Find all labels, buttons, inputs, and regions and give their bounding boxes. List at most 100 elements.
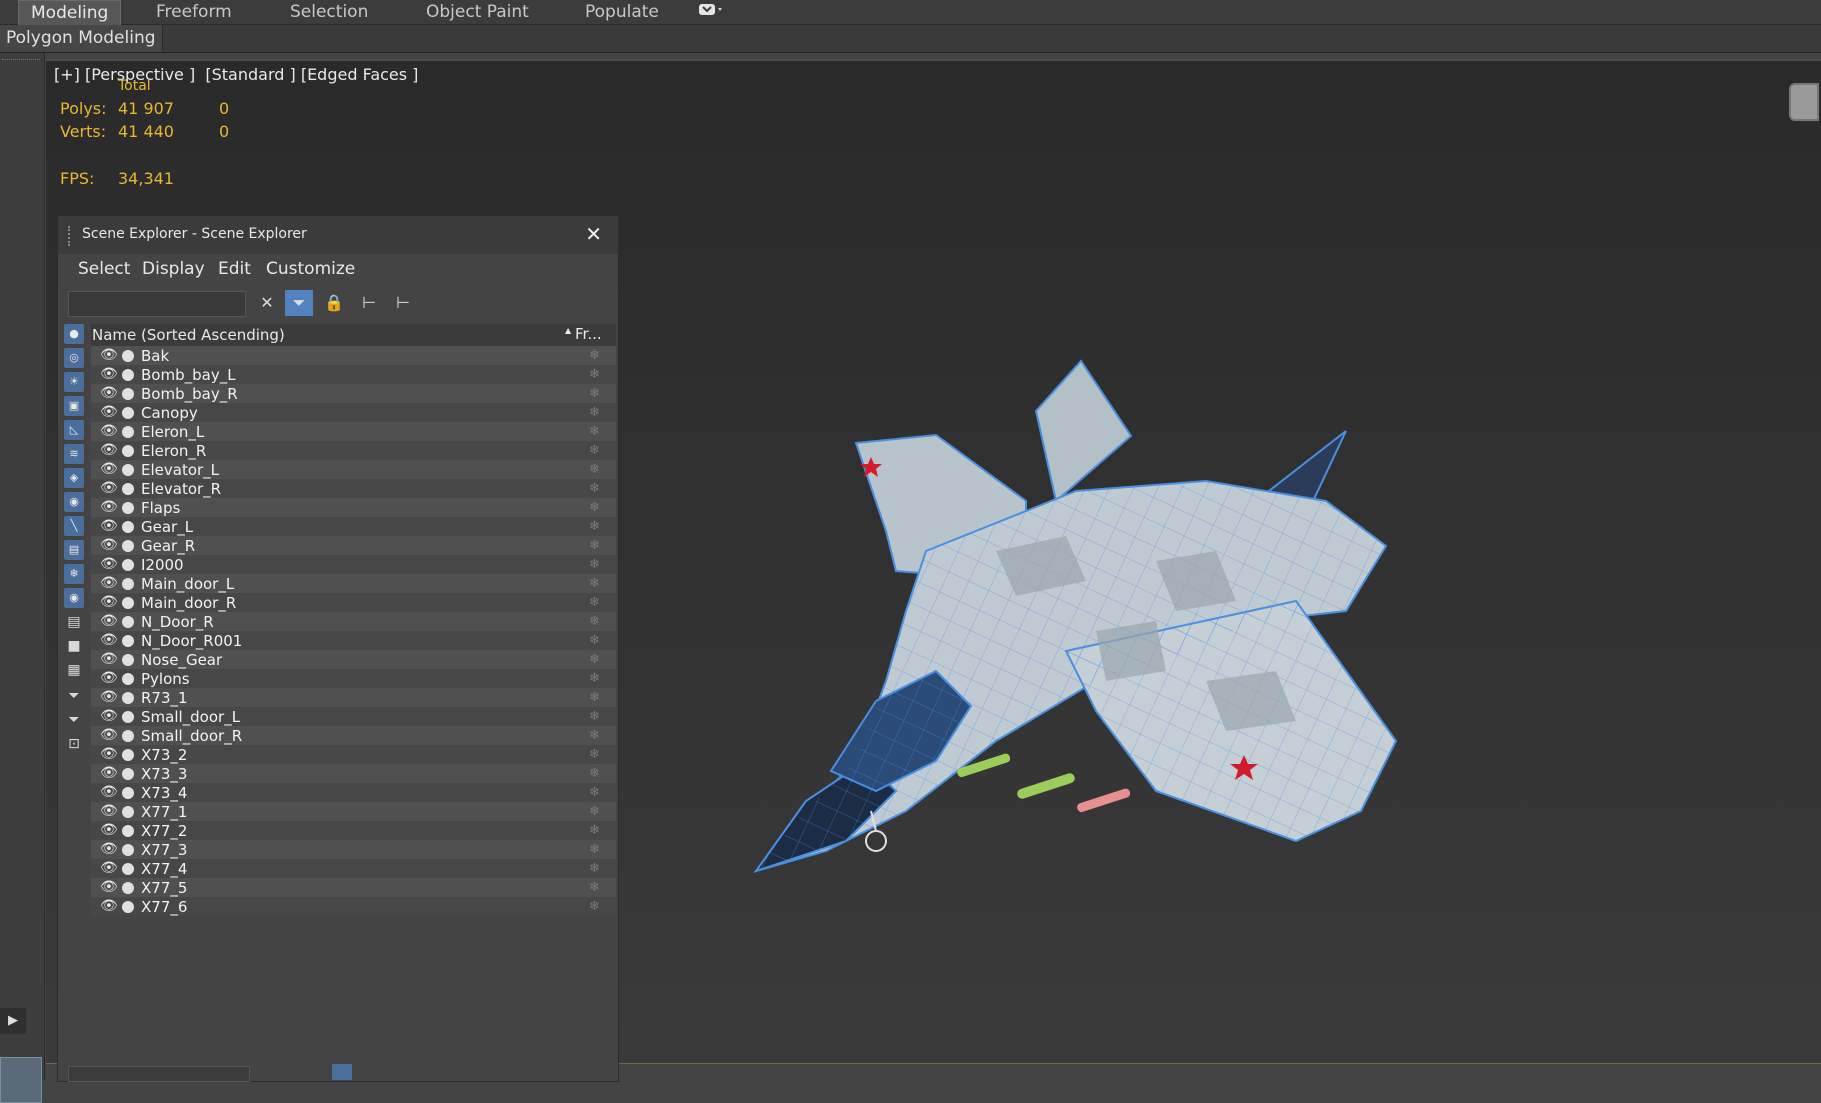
list-item[interactable]: 👁 Bak ❄ <box>91 346 616 365</box>
list-item[interactable]: 👁 N_Door_R ❄ <box>91 612 616 631</box>
freeze-snowflake-icon[interactable]: ❄ <box>589 519 600 534</box>
menu-display[interactable]: Display <box>142 259 205 279</box>
freeze-snowflake-icon[interactable]: ❄ <box>589 348 600 363</box>
visibility-eye-icon[interactable]: 👁 <box>100 404 118 420</box>
filter-shapes-icon[interactable]: ◎ <box>64 348 84 368</box>
filter-bones-icon[interactable]: ╲ <box>64 516 84 536</box>
list-item[interactable]: 👁 X73_3 ❄ <box>91 764 616 783</box>
filter-funnel-alt-icon[interactable]: ⏷ <box>64 710 84 730</box>
object-name[interactable]: Eleron_R <box>141 442 206 460</box>
visibility-eye-icon[interactable]: 👁 <box>100 537 118 553</box>
viewcube-icon[interactable] <box>1789 83 1819 121</box>
object-dot-icon[interactable] <box>122 407 134 419</box>
filter-spacewarps-icon[interactable]: ≋ <box>64 444 84 464</box>
object-dot-icon[interactable] <box>122 863 134 875</box>
scene-explorer-panel[interactable]: Scene Explorer - Scene Explorer ✕ Select… <box>57 215 619 1082</box>
freeze-snowflake-icon[interactable]: ❄ <box>589 652 600 667</box>
freeze-snowflake-icon[interactable]: ❄ <box>589 880 600 895</box>
object-name[interactable]: R73_1 <box>141 689 188 707</box>
object-dot-icon[interactable] <box>122 635 134 647</box>
object-name[interactable]: Flaps <box>141 499 180 517</box>
tab-freeform[interactable]: Freeform <box>144 0 244 24</box>
object-dot-icon[interactable] <box>122 369 134 381</box>
freeze-snowflake-icon[interactable]: ❄ <box>589 671 600 686</box>
visibility-eye-icon[interactable]: 👁 <box>100 518 118 534</box>
play-arrow-icon[interactable]: ▶ <box>0 1008 26 1034</box>
visibility-eye-icon[interactable]: 👁 <box>100 670 118 686</box>
panel-grip-icon[interactable] <box>68 226 74 246</box>
freeze-snowflake-icon[interactable]: ❄ <box>589 861 600 876</box>
object-name[interactable]: X77_6 <box>141 898 187 916</box>
object-dot-icon[interactable] <box>122 616 134 628</box>
list-item[interactable]: 👁 R73_1 ❄ <box>91 688 616 707</box>
list-item[interactable]: 👁 Eleron_R ❄ <box>91 441 616 460</box>
hierarchy-collapse-icon[interactable]: ⊢ <box>389 290 417 316</box>
filter-helpers-icon[interactable]: ◺ <box>64 420 84 440</box>
list-item[interactable]: 👁 Main_door_R ❄ <box>91 593 616 612</box>
visibility-eye-icon[interactable]: 👁 <box>100 803 118 819</box>
filter-containers-icon[interactable]: ▤ <box>64 540 84 560</box>
freeze-snowflake-icon[interactable]: ❄ <box>589 899 600 914</box>
visibility-eye-icon[interactable]: 👁 <box>100 347 118 363</box>
filter-frozen-icon[interactable]: ❄ <box>64 564 84 584</box>
object-name[interactable]: Small_door_R <box>141 727 242 745</box>
freeze-snowflake-icon[interactable]: ❄ <box>589 823 600 838</box>
list-item[interactable]: 👁 X77_3 ❄ <box>91 840 616 859</box>
object-dot-icon[interactable] <box>122 350 134 362</box>
freeze-snowflake-icon[interactable]: ❄ <box>589 633 600 648</box>
object-dot-icon[interactable] <box>122 768 134 780</box>
visibility-eye-icon[interactable]: 👁 <box>100 841 118 857</box>
freeze-snowflake-icon[interactable]: ❄ <box>589 709 600 724</box>
filter-toggle-icon[interactable]: ⏷ <box>285 290 313 316</box>
list-item[interactable]: 👁 Eleron_L ❄ <box>91 422 616 441</box>
object-dot-icon[interactable] <box>122 597 134 609</box>
column-header-freeze[interactable]: Fr... <box>575 325 602 343</box>
object-dot-icon[interactable] <box>122 806 134 818</box>
list-item[interactable]: 👁 Bomb_bay_R ❄ <box>91 384 616 403</box>
freeze-snowflake-icon[interactable]: ❄ <box>589 785 600 800</box>
filter-list-icon[interactable]: ▤ <box>64 612 84 632</box>
object-dot-icon[interactable] <box>122 844 134 856</box>
list-item[interactable]: 👁 X77_6 ❄ <box>91 897 616 916</box>
object-name[interactable]: Bomb_bay_L <box>141 366 236 384</box>
object-dot-icon[interactable] <box>122 426 134 438</box>
freeze-snowflake-icon[interactable]: ❄ <box>589 728 600 743</box>
column-header-name[interactable]: Name (Sorted Ascending) <box>92 326 285 344</box>
list-item[interactable]: 👁 Small_door_R ❄ <box>91 726 616 745</box>
freeze-snowflake-icon[interactable]: ❄ <box>589 766 600 781</box>
object-name[interactable]: X73_2 <box>141 746 187 764</box>
visibility-eye-icon[interactable]: 👁 <box>100 366 118 382</box>
freeze-snowflake-icon[interactable]: ❄ <box>589 747 600 762</box>
object-name[interactable]: X73_4 <box>141 784 187 802</box>
object-name[interactable]: Gear_R <box>141 537 195 555</box>
visibility-eye-icon[interactable]: 👁 <box>100 689 118 705</box>
visibility-eye-icon[interactable]: 👁 <box>100 746 118 762</box>
object-name[interactable]: X73_3 <box>141 765 187 783</box>
object-dot-icon[interactable] <box>122 692 134 704</box>
object-dot-icon[interactable] <box>122 502 134 514</box>
filter-funnel-icon[interactable]: ⏷ <box>64 686 84 706</box>
object-name[interactable]: Bak <box>141 347 169 365</box>
visibility-eye-icon[interactable]: 👁 <box>100 499 118 515</box>
filter-xrefs-icon[interactable]: ◉ <box>64 492 84 512</box>
object-dot-icon[interactable] <box>122 540 134 552</box>
freeze-snowflake-icon[interactable]: ❄ <box>589 842 600 857</box>
filter-geometry-icon[interactable]: ● <box>64 324 84 344</box>
object-name[interactable]: X77_5 <box>141 879 187 897</box>
tab-modeling[interactable]: Modeling <box>18 0 122 25</box>
freeze-snowflake-icon[interactable]: ❄ <box>589 424 600 439</box>
object-dot-icon[interactable] <box>122 445 134 457</box>
visibility-eye-icon[interactable]: 👁 <box>100 613 118 629</box>
object-name[interactable]: Canopy <box>141 404 198 422</box>
list-item[interactable]: 👁 Small_door_L ❄ <box>91 707 616 726</box>
freeze-snowflake-icon[interactable]: ❄ <box>589 576 600 591</box>
filter-lights-icon[interactable]: ☀ <box>64 372 84 392</box>
freeze-snowflake-icon[interactable]: ❄ <box>589 443 600 458</box>
object-name[interactable]: Nose_Gear <box>141 651 222 669</box>
strip-grip[interactable] <box>2 59 40 63</box>
object-name[interactable]: X77_4 <box>141 860 187 878</box>
menu-customize[interactable]: Customize <box>266 259 355 279</box>
object-dot-icon[interactable] <box>122 559 134 571</box>
object-name[interactable]: X77_3 <box>141 841 187 859</box>
object-dot-icon[interactable] <box>122 901 134 913</box>
